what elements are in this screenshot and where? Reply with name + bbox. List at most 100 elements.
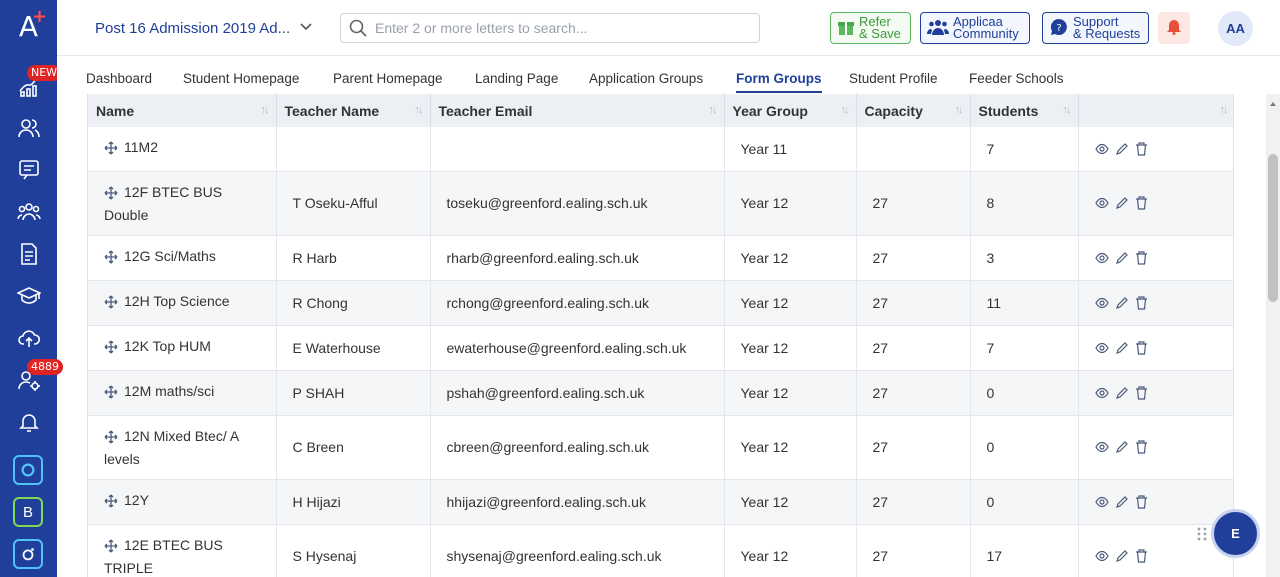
drag-move-icon[interactable] xyxy=(104,339,118,359)
messages-icon[interactable] xyxy=(14,155,44,185)
edit-pencil-icon[interactable] xyxy=(1115,440,1129,454)
applicaa-logo[interactable]: A + xyxy=(0,0,57,52)
tab-student-profile[interactable]: Student Profile xyxy=(849,71,938,86)
view-eye-icon[interactable] xyxy=(1094,296,1109,310)
tab-dashboard[interactable]: Dashboard xyxy=(86,71,152,86)
col-year-group-header[interactable]: Year Group ↑↓ xyxy=(724,94,857,127)
support-requests-button[interactable]: ? Support & Requests xyxy=(1042,12,1149,44)
sort-icon: ↑↓ xyxy=(840,104,850,116)
view-eye-icon[interactable] xyxy=(1094,341,1109,355)
drag-move-icon[interactable] xyxy=(104,185,118,205)
search-input[interactable] xyxy=(375,14,755,42)
delete-trash-icon[interactable] xyxy=(1135,385,1148,400)
cell-year-group: Year 12 xyxy=(724,280,857,326)
tab-student-homepage[interactable]: Student Homepage xyxy=(183,71,299,86)
view-eye-icon[interactable] xyxy=(1094,495,1109,509)
drag-move-icon[interactable] xyxy=(104,249,118,269)
cell-name: 12Y xyxy=(88,479,277,525)
col-label: Name xyxy=(96,102,135,119)
cell-capacity: 27 xyxy=(856,325,971,371)
refer-save-button[interactable]: Refer & Save xyxy=(830,12,911,44)
form-groups-table: Name ↑↓ Teacher Name ↑↓ Teacher Email ↑↓ Ye… xyxy=(87,94,1234,577)
drag-move-icon[interactable] xyxy=(104,294,118,314)
applicaa-community-button[interactable]: Applicaa Community xyxy=(920,12,1030,44)
sort-icon: ↑↓ xyxy=(414,104,424,116)
edit-pencil-icon[interactable] xyxy=(1115,549,1129,563)
col-students-header[interactable]: Students ↑↓ xyxy=(970,94,1079,127)
drag-move-icon[interactable] xyxy=(104,538,118,558)
drag-move-icon[interactable] xyxy=(104,493,118,513)
drag-move-icon[interactable] xyxy=(104,140,118,160)
view-eye-icon[interactable] xyxy=(1094,251,1109,265)
edit-pencil-icon[interactable] xyxy=(1115,386,1129,400)
edit-pencil-icon[interactable] xyxy=(1115,341,1129,355)
form-group-name: 12N Mixed Btec/ A levels xyxy=(104,427,239,467)
page-scrollbar[interactable] xyxy=(1266,94,1280,577)
support-chat-icon: ? xyxy=(1049,17,1069,39)
delete-trash-icon[interactable] xyxy=(1135,196,1148,210)
edit-pencil-icon[interactable] xyxy=(1115,296,1129,310)
graduation-cap-icon[interactable] xyxy=(14,281,44,311)
drag-move-icon[interactable] xyxy=(104,384,118,404)
tab-application-groups[interactable]: Application Groups xyxy=(589,71,703,86)
col-teacher-email-header[interactable]: Teacher Email ↑↓ xyxy=(430,94,725,127)
tab-feeder-schools[interactable]: Feeder Schools xyxy=(969,71,1064,86)
tab-parent-homepage[interactable]: Parent Homepage xyxy=(333,71,443,86)
cell-actions xyxy=(1078,127,1233,172)
notifications-icon[interactable] xyxy=(14,407,44,437)
refer-label-2: & Save xyxy=(859,26,901,41)
tab-landing-page[interactable]: Landing Page xyxy=(475,71,558,86)
edit-pencil-icon[interactable] xyxy=(1115,196,1129,210)
cell-actions xyxy=(1078,415,1233,480)
user-avatar[interactable]: AA xyxy=(1218,11,1253,46)
app-o-icon[interactable] xyxy=(13,455,43,485)
sort-icon: ↑↓ xyxy=(1062,104,1072,116)
view-eye-icon[interactable] xyxy=(1094,440,1109,454)
table-row: 12Y H Hijazi hhijazi@greenford.ealing.sch.… xyxy=(88,479,1233,525)
delete-trash-icon[interactable] xyxy=(1135,340,1148,355)
edit-pencil-icon[interactable] xyxy=(1115,142,1129,156)
delete-trash-icon[interactable] xyxy=(1135,549,1148,563)
cloud-upload-icon[interactable] xyxy=(14,323,44,353)
table-row: 11M2 Year 11 7 xyxy=(88,127,1233,172)
chat-widget-button[interactable]: E xyxy=(1211,509,1260,558)
view-eye-icon[interactable] xyxy=(1094,196,1109,210)
app-b-icon[interactable]: B xyxy=(13,497,43,527)
cell-name: 12M maths/sci xyxy=(88,370,277,416)
tab-form-groups[interactable]: Form Groups xyxy=(736,71,822,93)
alerts-bell-button[interactable] xyxy=(1158,12,1190,44)
col-actions-header[interactable]: ↑↓ xyxy=(1078,94,1233,127)
delete-trash-icon[interactable] xyxy=(1135,250,1148,265)
delete-trash-icon[interactable] xyxy=(1135,494,1148,509)
users-icon[interactable] xyxy=(14,113,44,143)
groups-icon[interactable] xyxy=(14,197,44,227)
col-capacity-header[interactable]: Capacity ↑↓ xyxy=(856,94,971,127)
edit-pencil-icon[interactable] xyxy=(1115,495,1129,509)
cell-students: 7 xyxy=(970,127,1079,172)
table-row: 12F BTEC BUS Double T Oseku-Afful toseku@g… xyxy=(88,171,1233,236)
cell-teacher-email: ewaterhouse@greenford.ealing.sch.uk xyxy=(430,325,725,371)
form-group-name: 12E BTEC BUS TRIPLE xyxy=(104,536,223,576)
admission-select[interactable]: Post 16 Admission 2019 Ad... xyxy=(95,17,315,39)
table-row: 12E BTEC BUS TRIPLE S Hysenaj shysenaj@gre… xyxy=(88,524,1233,577)
cell-year-group: Year 11 xyxy=(724,127,857,172)
col-teacher-name-header[interactable]: Teacher Name ↑↓ xyxy=(276,94,431,127)
view-eye-icon[interactable] xyxy=(1094,549,1109,563)
view-eye-icon[interactable] xyxy=(1094,386,1109,400)
delete-trash-icon[interactable] xyxy=(1135,295,1148,310)
col-name-header[interactable]: Name ↑↓ xyxy=(88,94,277,127)
app-instagram-icon[interactable] xyxy=(13,539,43,569)
cell-teacher-email: shysenaj@greenford.ealing.sch.uk xyxy=(430,524,725,577)
cell-teacher-name: C Breen xyxy=(276,415,431,480)
delete-trash-icon[interactable] xyxy=(1135,440,1148,454)
scroll-thumb[interactable] xyxy=(1268,154,1278,302)
scroll-up-arrow[interactable] xyxy=(1270,102,1276,106)
delete-trash-icon[interactable] xyxy=(1135,142,1148,156)
cell-capacity: 27 xyxy=(856,415,971,480)
view-eye-icon[interactable] xyxy=(1094,142,1109,156)
edit-pencil-icon[interactable] xyxy=(1115,251,1129,265)
document-icon[interactable] xyxy=(14,239,44,269)
cell-capacity: 27 xyxy=(856,171,971,236)
drag-grip-icon[interactable] xyxy=(1196,526,1208,542)
drag-move-icon[interactable] xyxy=(104,429,118,449)
